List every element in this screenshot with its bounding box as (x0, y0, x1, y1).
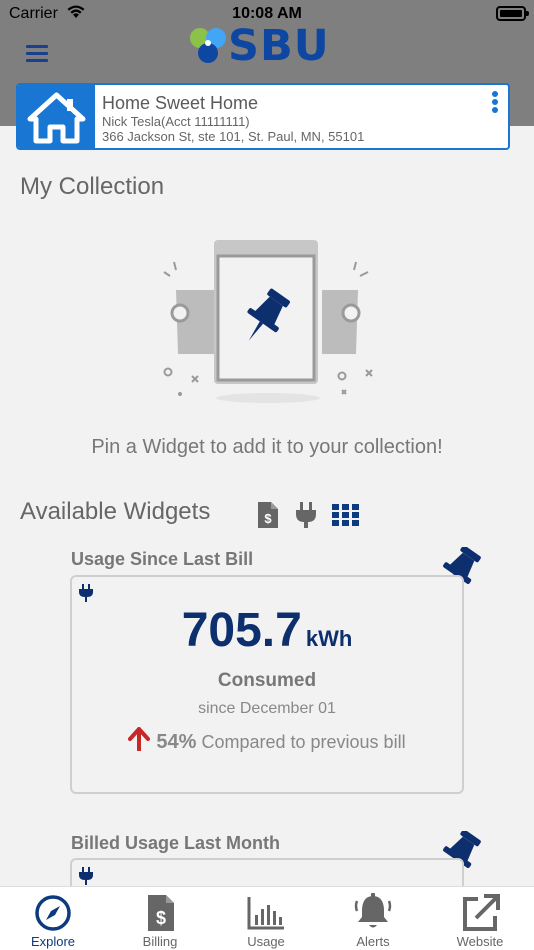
account-card[interactable]: Home Sweet Home Nick Tesla(Acct 11111111… (16, 83, 510, 150)
usage-value: 705.7 kWh (72, 603, 462, 658)
logo-text: SBU (228, 21, 330, 71)
battery-icon (496, 6, 529, 21)
arrow-up-icon (128, 727, 151, 751)
svg-text:$: $ (156, 908, 166, 928)
since-date: since December 01 (198, 700, 336, 717)
tab-website[interactable]: Website (427, 887, 533, 950)
empty-collection-illustration (156, 236, 380, 406)
bell-icon (354, 893, 392, 928)
account-number: Nick Tesla(Acct 11111111) (102, 114, 250, 129)
available-widgets-title: Available Widgets (20, 498, 211, 525)
my-collection-title: My Collection (20, 173, 165, 200)
change-text: Compared to previous bill (201, 732, 406, 752)
bar-chart-icon (247, 897, 284, 930)
grid-icon[interactable] (332, 500, 360, 530)
account-name: Home Sweet Home (102, 93, 259, 113)
plug-icon[interactable] (294, 500, 322, 530)
tab-label: Alerts (356, 934, 390, 949)
consumed-label: Consumed (217, 670, 317, 691)
bill-icon: $ (148, 895, 174, 931)
billing-document-icon[interactable]: $ (256, 500, 284, 530)
plug-icon (79, 867, 93, 885)
tab-label: Website (456, 934, 504, 949)
usage-unit: kWh (305, 626, 353, 651)
widget-title: Usage Since Last Bill (71, 549, 254, 569)
more-options-icon[interactable] (492, 91, 500, 117)
tab-billing[interactable]: $ Billing (107, 887, 213, 950)
home-icon (18, 85, 95, 148)
tab-usage[interactable]: Usage (213, 887, 319, 950)
tab-label: Usage (247, 934, 285, 949)
svg-text:$: $ (264, 511, 272, 526)
change-percent: 54% (156, 731, 197, 753)
tab-label: Explore (30, 934, 76, 949)
tab-label: Billing (142, 934, 178, 949)
plug-icon (79, 584, 93, 602)
bottom-tab-bar: Explore $ Billing Usage Alerts Website (0, 886, 534, 950)
compass-icon (35, 895, 71, 931)
sbu-logo: SBU (188, 24, 348, 68)
empty-collection-message: Pin a Widget to add it to your collectio… (91, 436, 443, 458)
tab-explore[interactable]: Explore (0, 887, 106, 950)
external-link-icon (463, 894, 500, 931)
usage-number: 705.7 (181, 604, 302, 657)
menu-button[interactable] (26, 45, 48, 62)
usage-since-last-bill-card[interactable]: 705.7 kWh Consumed since December 01 54% … (70, 575, 464, 794)
logo-mark-icon (190, 28, 226, 63)
usage-comparison: 54% Compared to previous bill (72, 727, 462, 754)
widget-title: Billed Usage Last Month (71, 833, 281, 853)
account-address: 366 Jackson St, ste 101, St. Paul, MN, 5… (102, 129, 365, 144)
tab-alerts[interactable]: Alerts (320, 887, 426, 950)
